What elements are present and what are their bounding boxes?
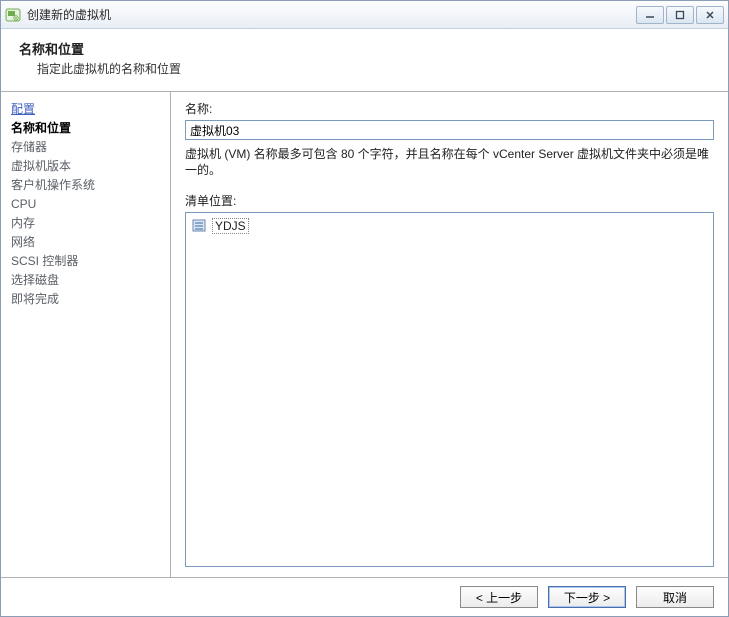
cancel-button[interactable]: 取消	[636, 586, 714, 608]
step-disk: 选择磁盘	[9, 271, 162, 290]
step-memory: 内存	[9, 214, 162, 233]
app-icon	[5, 7, 21, 23]
close-button[interactable]	[696, 6, 724, 24]
step-ready: 即将完成	[9, 290, 162, 309]
tree-item[interactable]: YDJS	[190, 217, 709, 235]
back-button[interactable]: < 上一步	[460, 586, 538, 608]
wizard-main-panel: 名称: 虚拟机 (VM) 名称最多可包含 80 个字符，并且名称在每个 vCen…	[171, 92, 728, 577]
window-controls	[636, 6, 724, 24]
maximize-button[interactable]	[666, 6, 694, 24]
name-help-text: 虚拟机 (VM) 名称最多可包含 80 个字符，并且名称在每个 vCenter …	[185, 146, 714, 178]
step-storage: 存储器	[9, 138, 162, 157]
wizard-body: 配置 名称和位置 存储器 虚拟机版本 客户机操作系统 CPU 内存 网络 SCS…	[1, 92, 728, 577]
step-cpu: CPU	[9, 195, 162, 214]
wizard-window: 创建新的虚拟机 名称和位置 指定此虚拟机的名称和位置 配置 名称和位置 存储器 …	[0, 0, 729, 617]
tree-item-label: YDJS	[212, 218, 249, 234]
step-configuration[interactable]: 配置	[9, 100, 162, 119]
window-title: 创建新的虚拟机	[27, 6, 636, 23]
inventory-tree[interactable]: YDJS	[185, 212, 714, 567]
minimize-button[interactable]	[636, 6, 664, 24]
name-label: 名称:	[185, 100, 714, 117]
inventory-label: 清单位置:	[185, 192, 714, 209]
page-subtitle: 指定此虚拟机的名称和位置	[37, 60, 710, 77]
wizard-steps-sidebar: 配置 名称和位置 存储器 虚拟机版本 客户机操作系统 CPU 内存 网络 SCS…	[1, 92, 171, 577]
wizard-header: 名称和位置 指定此虚拟机的名称和位置	[1, 29, 728, 92]
next-button[interactable]: 下一步 >	[548, 586, 626, 608]
wizard-footer: < 上一步 下一步 > 取消	[1, 577, 728, 616]
titlebar: 创建新的虚拟机	[1, 1, 728, 29]
page-title: 名称和位置	[19, 39, 710, 58]
step-name-location[interactable]: 名称和位置	[9, 119, 162, 138]
step-scsi: SCSI 控制器	[9, 252, 162, 271]
step-vm-version: 虚拟机版本	[9, 157, 162, 176]
step-network: 网络	[9, 233, 162, 252]
vm-name-input[interactable]	[185, 120, 714, 140]
datacenter-icon	[192, 219, 208, 233]
step-guest-os: 客户机操作系统	[9, 176, 162, 195]
